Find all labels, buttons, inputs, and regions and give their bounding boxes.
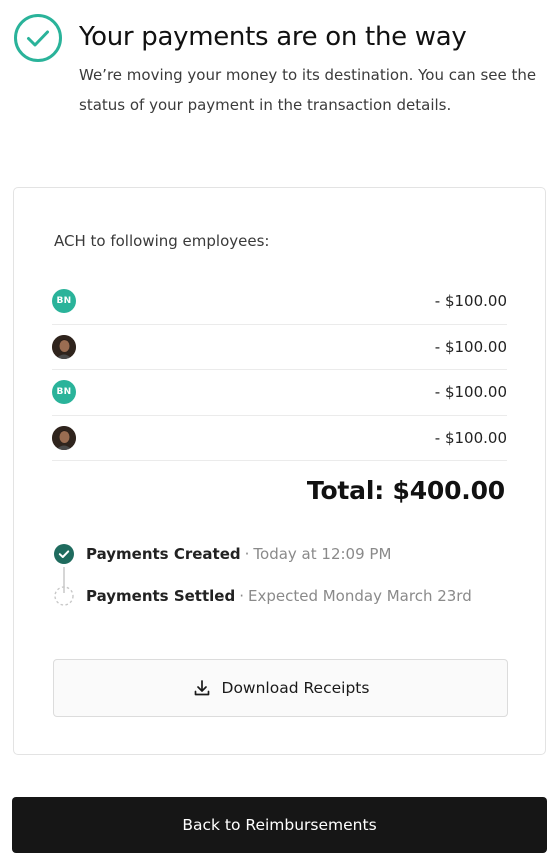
payment-summary-card: ACH to following employees: BN - $100.00… — [13, 187, 546, 755]
download-icon — [194, 680, 209, 696]
payment-amount: - $100.00 — [434, 292, 507, 311]
back-button-label: Back to Reimbursements — [182, 816, 377, 834]
payment-total: Total: $400.00 — [306, 476, 505, 505]
check-circle-filled-icon — [54, 544, 74, 564]
timeline-separator: · — [244, 545, 250, 563]
employee-list: BN - $100.00 - $100.00 BN - $100.00 - $1… — [52, 279, 507, 461]
timeline-separator: · — [239, 587, 244, 605]
download-receipts-button[interactable]: Download Receipts — [53, 659, 508, 717]
avatar: BN — [52, 380, 76, 405]
page-subtitle: We’re moving your money to its destinati… — [79, 66, 537, 114]
avatar — [52, 334, 76, 359]
page-title: Your payments are on the way — [79, 22, 467, 52]
timeline-step-title: Payments Created — [86, 545, 241, 563]
avatar — [52, 425, 76, 450]
list-item: - $100.00 — [52, 325, 507, 370]
recipients-label: ACH to following employees: — [54, 232, 270, 250]
avatar: BN — [52, 289, 76, 314]
pending-circle-icon — [54, 586, 74, 606]
list-item: - $100.00 — [52, 416, 507, 461]
payment-amount: - $100.00 — [434, 337, 507, 356]
back-to-reimbursements-button[interactable]: Back to Reimbursements — [12, 797, 547, 853]
timeline-step-time: Today at 12:09 PM — [253, 545, 392, 563]
check-circle-icon — [14, 14, 62, 62]
timeline-step-time: Expected Monday March 23rd — [247, 587, 472, 605]
person-photo-icon — [52, 334, 76, 359]
timeline-step-settled: Payments Settled · Expected Monday March… — [54, 586, 472, 606]
payment-amount: - $100.00 — [434, 383, 507, 402]
timeline-step-title: Payments Settled — [86, 587, 236, 605]
list-item: BN - $100.00 — [52, 370, 507, 416]
timeline-step-created: Payments Created · Today at 12:09 PM — [54, 544, 391, 564]
list-item: BN - $100.00 — [52, 279, 507, 325]
download-receipts-label: Download Receipts — [221, 679, 370, 697]
person-photo-icon — [52, 425, 76, 450]
payment-amount: - $100.00 — [434, 428, 507, 447]
